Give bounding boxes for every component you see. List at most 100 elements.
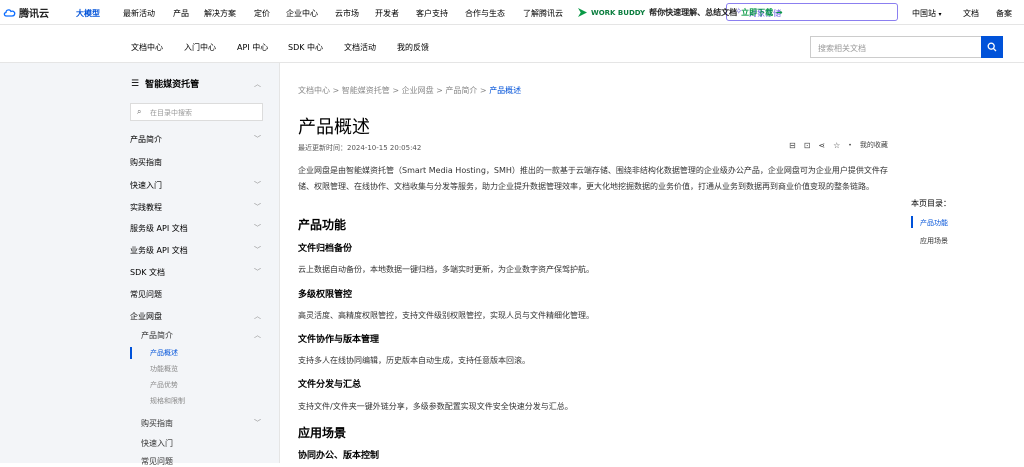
download-pdf-icon[interactable]: ⊟ — [789, 141, 796, 150]
sidebar-item-purchase[interactable]: 购买指南 — [130, 157, 162, 168]
sidebar-item-sdk[interactable]: SDK 文档 — [130, 267, 165, 278]
intro-paragraph: 企业网盘是由智能媒资托管（Smart Media Hosting，SMH）推出的… — [298, 166, 888, 191]
sidebar-item-intro[interactable]: 产品简介 — [130, 134, 162, 145]
breadcrumb: 文档中心 > 智能媒资托管 > 企业网盘 > 产品简介 > 产品概述 — [298, 86, 522, 95]
topnav-item-developers[interactable]: 开发者 — [375, 8, 399, 19]
article-toolbar: ⊟ ⊡ ⋖ ☆ • 我的收藏 — [789, 140, 888, 150]
top-navbar: 腾讯云 大模型 最新活动 产品 解决方案 定价 企业中心 云市场 开发者 客户支… — [0, 0, 1024, 25]
sidebar-divider — [279, 63, 280, 463]
doc-search-input[interactable]: 搜索相关文档 — [810, 36, 981, 58]
region-selector[interactable]: 中国站 ▾ — [912, 8, 942, 19]
feature-text: 高灵活度、高精度权限管控，支持文件级别权限管控，实现人员与文件精细化管理。 — [298, 311, 594, 320]
chevron-down-icon: ﹀ — [254, 224, 261, 232]
chevron-down-icon: ﹀ — [254, 181, 261, 189]
sidebar-search-input[interactable]: ⌕ 在目录中搜索 — [130, 103, 263, 121]
breadcrumb-item[interactable]: 文档中心 — [298, 86, 330, 95]
secnav-feedback[interactable]: 我的反馈 — [397, 42, 429, 53]
topnav-item-solutions[interactable]: 解决方案 — [204, 8, 236, 19]
chevron-down-icon: ﹀ — [254, 268, 261, 276]
sidebar-search-placeholder: 在目录中搜索 — [150, 109, 192, 117]
toc-item-scenarios[interactable]: 应用场景 — [920, 236, 948, 246]
chevron-down-icon: ﹀ — [254, 419, 261, 427]
region-label: 中国站 — [912, 9, 936, 18]
sidebar-item-business-api[interactable]: 业务级 API 文档 — [130, 245, 188, 256]
chevron-down-icon: ﹀ — [254, 135, 261, 143]
sidebar-active-indicator — [130, 347, 132, 359]
cloud-logo-icon — [3, 9, 16, 17]
topnav-item-pricing[interactable]: 定价 — [254, 8, 270, 19]
search-icon — [987, 42, 997, 52]
chevron-down-icon: ﹀ — [254, 203, 261, 211]
feature-text: 支持多人在线协同编辑，历史版本自动生成，支持任意版本回滚。 — [298, 356, 530, 365]
star-icon[interactable]: ☆ — [833, 141, 840, 150]
sidebar-subitem-purchase[interactable]: 购买指南 — [141, 418, 173, 429]
workbuddy-download-link[interactable]: 立即下载 → — [741, 7, 783, 18]
topnav-item-enterprise[interactable]: 企业中心 — [286, 8, 318, 19]
secnav-getting-started[interactable]: 入门中心 — [184, 42, 216, 53]
dot-icon: • — [848, 141, 852, 149]
sidebar-subitem-overview[interactable]: 产品概述 — [150, 348, 178, 358]
secnav-api-center[interactable]: API 中心 — [237, 42, 268, 53]
section-heading-scenarios: 应用场景 — [298, 426, 347, 440]
sidebar-title: ☰ 智能媒资托管 — [131, 77, 199, 91]
sidebar-subitem-intro[interactable]: 产品简介 — [141, 330, 173, 341]
scenario-title: 协同办公、版本控制 — [298, 451, 380, 461]
page-title: 产品概述 — [298, 117, 370, 138]
feature-title: 文件归档备份 — [298, 244, 353, 254]
secnav-doc-center[interactable]: 文档中心 — [131, 42, 163, 53]
feature-text: 云上数据自动备份，本地数据一键归档，多端实时更新，为企业数字资产保驾护航。 — [298, 265, 594, 274]
chevron-down-icon: ▾ — [938, 11, 942, 18]
feature-title: 多级权限管控 — [298, 290, 353, 300]
share-icon[interactable]: ⋖ — [818, 141, 825, 150]
favorites-link[interactable]: 我的收藏 — [860, 140, 888, 150]
brand-logo[interactable]: 腾讯云 — [3, 5, 49, 20]
sidebar-item-quickstart[interactable]: 快速入门 — [130, 180, 162, 191]
print-icon[interactable]: ⊡ — [804, 141, 811, 150]
topnav-item-products[interactable]: 产品 — [173, 8, 189, 19]
menu-icon: ☰ — [131, 78, 140, 89]
chevron-down-icon: ﹀ — [254, 246, 261, 254]
breadcrumb-item[interactable]: 产品简介 — [445, 86, 477, 95]
brand-name: 腾讯云 — [19, 9, 49, 20]
sidebar-item-tutorials[interactable]: 实践教程 — [130, 202, 162, 213]
feature-title: 文件分发与汇总 — [298, 380, 362, 390]
sidebar-subitem-quickstart[interactable]: 快速入门 — [141, 438, 173, 449]
chevron-up-icon: ︿ — [254, 331, 261, 339]
topnav-beian-link[interactable]: 备案 — [996, 8, 1012, 19]
toc-title: 本页目录： — [911, 199, 951, 208]
topnav-item-partners[interactable]: 合作与生态 — [465, 8, 505, 19]
toc-active-indicator — [911, 216, 913, 228]
workbuddy-logo-icon — [578, 8, 587, 17]
sidebar-subitem-limits[interactable]: 规格和限制 — [150, 396, 185, 406]
sidebar-subitem-advantages[interactable]: 产品优势 — [150, 380, 178, 390]
search-icon: ⌕ — [137, 107, 142, 116]
sidebar-subitem-features[interactable]: 功能概览 — [150, 364, 178, 374]
sidebar-item-service-api[interactable]: 服务级 API 文档 — [130, 223, 188, 234]
workbuddy-banner[interactable]: WORK BUDDY 帮你快速理解、总结文档 立即下载 → — [578, 7, 783, 18]
topnav-item-about[interactable]: 了解腾讯云 — [523, 8, 563, 19]
sidebar-item-enterprise-drive[interactable]: 企业网盘 — [130, 311, 162, 322]
breadcrumb-item[interactable]: 智能媒资托管 — [342, 86, 390, 95]
doc-search-button[interactable] — [981, 36, 1003, 58]
doc-search-placeholder: 搜索相关文档 — [818, 44, 866, 53]
workbuddy-tagline: 帮你快速理解、总结文档 — [649, 8, 738, 17]
sidebar-item-faq[interactable]: 常见问题 — [130, 289, 162, 300]
collapse-sidebar-icon[interactable]: ︿ — [254, 79, 261, 89]
chevron-up-icon: ︿ — [254, 312, 261, 320]
breadcrumb-item[interactable]: 企业网盘 — [402, 86, 434, 95]
breadcrumb-current: 产品概述 — [489, 86, 522, 95]
secnav-doc-events[interactable]: 文档活动 — [344, 42, 376, 53]
sidebar-subitem-faq[interactable]: 常见问题 — [141, 456, 173, 467]
topnav-item-marketplace[interactable]: 云市场 — [335, 8, 359, 19]
workbuddy-logo-text: WORK BUDDY — [591, 8, 646, 17]
secnav-sdk-center[interactable]: SDK 中心 — [288, 42, 323, 53]
toc-item-features[interactable]: 产品功能 — [920, 218, 948, 228]
topnav-item-activities[interactable]: 最新活动 — [123, 8, 155, 19]
feature-title: 文件协作与版本管理 — [298, 335, 380, 345]
topnav-docs-link[interactable]: 文档 — [963, 8, 979, 19]
topnav-item-support[interactable]: 客户支持 — [416, 8, 448, 19]
last-updated: 最近更新时间：2024-10-15 20:05:42 — [298, 144, 422, 152]
topnav-item-llm[interactable]: 大模型 — [76, 8, 100, 19]
sidebar — [0, 63, 279, 463]
feature-text: 支持文件/文件夹一键外链分享，多级参数配置实现文件安全快速分发与汇总。 — [298, 402, 573, 411]
